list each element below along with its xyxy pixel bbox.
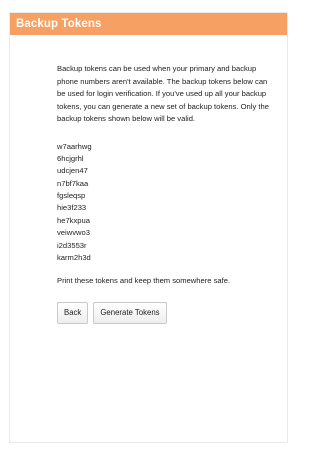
token-item: w7aarhwg — [57, 141, 92, 151]
token-item: he7kxpua — [57, 215, 90, 225]
token-item: karm2h3d — [57, 253, 91, 263]
panel-title: Backup Tokens — [10, 13, 287, 35]
token-item: 6hcjgrhl — [57, 153, 84, 163]
token-item: fgsleqsp — [57, 191, 86, 201]
generate-tokens-button[interactable]: Generate Tokens — [93, 301, 167, 324]
token-item: i2d3553r — [57, 240, 87, 250]
action-buttons: Back Generate Tokens — [57, 301, 275, 324]
panel-body: Backup tokens can be used when your prim… — [10, 35, 287, 324]
intro-text: Backup tokens can be used when your prim… — [57, 64, 269, 123]
token-item: veiwvwo3 — [57, 228, 90, 238]
token-item: udcjen47 — [57, 166, 88, 176]
token-list: w7aarhwg 6hcjgrhl udcjen47 n7bf7kaa fgsl… — [57, 141, 275, 265]
token-item: hie3f233 — [57, 203, 87, 213]
print-instructions: Print these tokens and keep them somewhe… — [57, 276, 231, 286]
token-item: n7bf7kaa — [57, 178, 89, 188]
back-button[interactable]: Back — [57, 301, 89, 324]
backup-tokens-panel: Backup Tokens Backup tokens can be used … — [9, 12, 288, 443]
